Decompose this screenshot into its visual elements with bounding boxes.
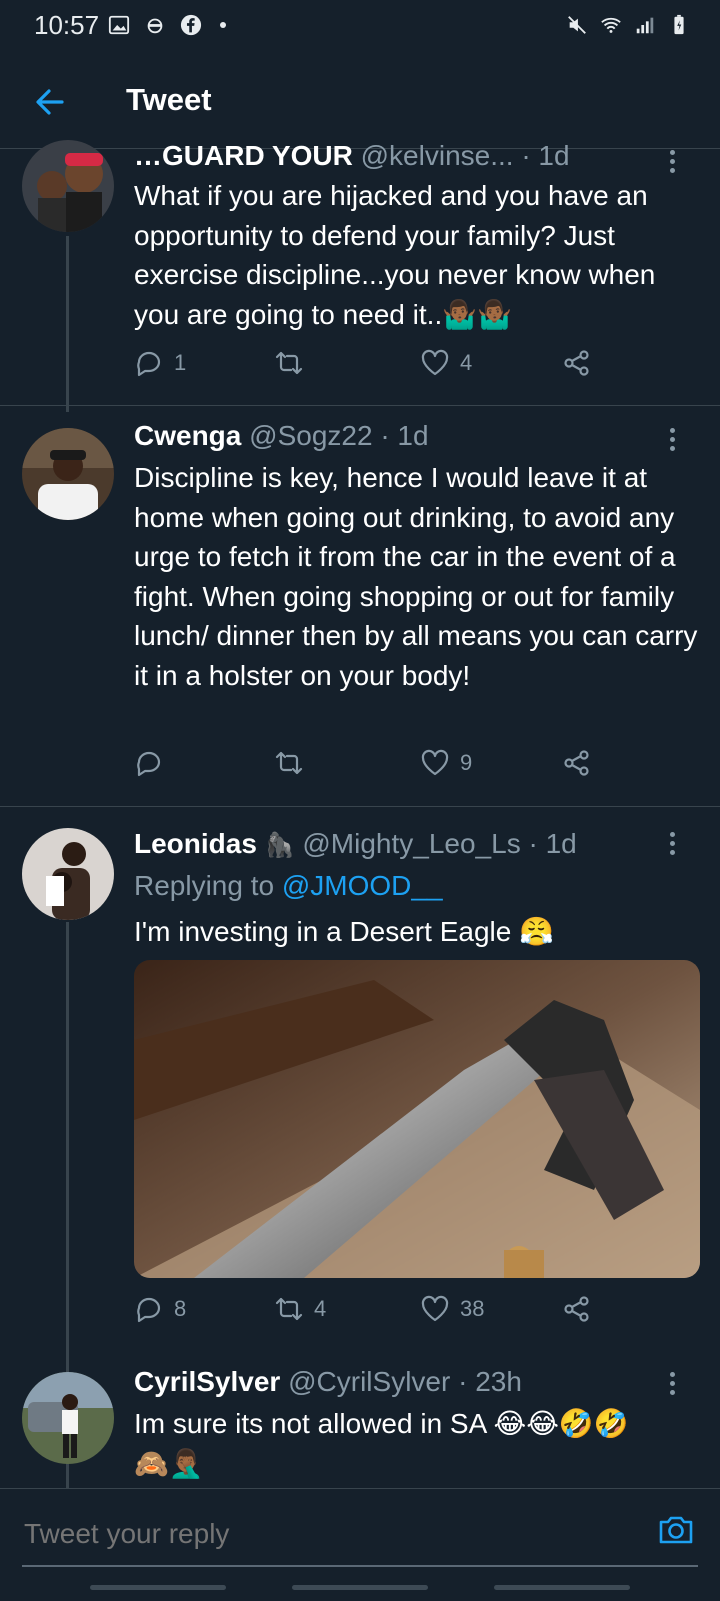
author-handle[interactable]: @Mighty_Leo_Ls bbox=[302, 828, 520, 859]
author-handle[interactable]: @Sogz22 bbox=[249, 420, 372, 451]
wifi-icon bbox=[601, 17, 621, 33]
more-options-icon[interactable] bbox=[670, 1372, 678, 1399]
reply-bar bbox=[0, 1488, 720, 1601]
author-handle[interactable]: @CyrilSylver bbox=[288, 1366, 450, 1397]
divider bbox=[0, 806, 720, 807]
retweet-button[interactable]: 4 bbox=[274, 1294, 326, 1324]
app-header: Tweet bbox=[0, 56, 720, 149]
retweet-icon bbox=[275, 351, 303, 375]
like-button[interactable]: 9 bbox=[420, 748, 472, 778]
status-right-icons bbox=[566, 14, 690, 36]
tweet-text: What if you are hijacked and you have an… bbox=[134, 180, 656, 330]
avatar[interactable] bbox=[22, 428, 114, 520]
heart-icon bbox=[421, 1295, 449, 1322]
reply-button[interactable]: 8 bbox=[134, 1294, 186, 1324]
like-count: 4 bbox=[460, 350, 473, 375]
author-name[interactable]: CyrilSylver bbox=[134, 1366, 280, 1397]
retweet-button[interactable] bbox=[274, 748, 314, 778]
retweet-icon bbox=[275, 751, 303, 775]
tweet-time: · 23h bbox=[458, 1366, 522, 1397]
heart-icon bbox=[421, 749, 449, 776]
author-name[interactable]: Leonidas bbox=[134, 828, 257, 859]
reply-input[interactable] bbox=[22, 1511, 626, 1557]
tweet-header: Leonidas 🦍 @Mighty_Leo_Ls · 1d bbox=[134, 828, 577, 860]
author-name[interactable]: …GUARD YOUR bbox=[134, 140, 353, 171]
reply-underline bbox=[22, 1565, 698, 1567]
more-options-icon[interactable] bbox=[670, 150, 678, 177]
tweet-image[interactable] bbox=[134, 960, 700, 1278]
status-left-icons bbox=[108, 14, 226, 36]
more-options-icon[interactable] bbox=[670, 428, 678, 455]
avatar[interactable] bbox=[22, 828, 114, 920]
facebook-icon bbox=[180, 14, 202, 36]
mute-icon bbox=[568, 16, 586, 34]
reply-icon bbox=[137, 351, 161, 377]
tweet-actions: 8 4 38 bbox=[134, 1294, 614, 1334]
share-icon bbox=[564, 350, 589, 376]
replying-prefix: Replying to bbox=[134, 870, 275, 901]
tweet-actions: 9 bbox=[134, 748, 614, 788]
share-button[interactable] bbox=[562, 1294, 592, 1324]
like-button[interactable]: 38 bbox=[420, 1294, 484, 1324]
tweet-time: · 1d bbox=[521, 140, 570, 171]
nav-bar-center[interactable] bbox=[292, 1585, 428, 1590]
gallery-icon bbox=[108, 15, 130, 35]
author-handle[interactable]: @kelvinse... bbox=[361, 140, 514, 171]
like-count: 9 bbox=[460, 750, 473, 775]
nav-bar-left[interactable] bbox=[90, 1585, 226, 1590]
status-bar: 10:57 bbox=[0, 0, 720, 56]
share-button[interactable] bbox=[562, 348, 592, 378]
reply-button[interactable] bbox=[134, 748, 174, 778]
retweet-count: 4 bbox=[314, 1296, 327, 1321]
retweet-icon bbox=[275, 1297, 303, 1321]
replying-to-link[interactable]: @JMOOD__ bbox=[282, 870, 443, 901]
divider bbox=[0, 405, 720, 406]
tweet-time: · 1d bbox=[528, 828, 577, 859]
reply-icon bbox=[137, 751, 161, 777]
avatar[interactable] bbox=[22, 1372, 114, 1464]
thread-line bbox=[66, 236, 69, 412]
tweet-text: I'm investing in a Desert Eagle 😤 bbox=[134, 916, 554, 947]
thread-line bbox=[66, 1466, 69, 1488]
ninja-icon bbox=[147, 18, 163, 34]
battery-icon bbox=[674, 14, 684, 35]
dot-icon bbox=[220, 22, 226, 28]
reply-count: 8 bbox=[174, 1296, 187, 1321]
camera-icon[interactable] bbox=[656, 1509, 696, 1549]
tweet-actions: 1 4 bbox=[134, 348, 614, 388]
signal-icon bbox=[636, 17, 654, 34]
status-time: 10:57 bbox=[34, 10, 100, 40]
tweet-text: Im sure its not allowed in SA 😂😂🤣🤣 🙈🤦🏾‍♂… bbox=[134, 1408, 629, 1479]
share-icon bbox=[564, 750, 589, 776]
like-button[interactable]: 4 bbox=[420, 348, 472, 378]
reply-count: 1 bbox=[174, 350, 187, 375]
tweet-header: CyrilSylver @CyrilSylver · 23h bbox=[134, 1366, 522, 1398]
tweet-time: · 1d bbox=[380, 420, 429, 451]
reply-button[interactable]: 1 bbox=[134, 348, 186, 378]
nav-bar-right[interactable] bbox=[494, 1585, 630, 1590]
gorilla-emoji: 🦍 bbox=[264, 832, 295, 859]
tweet-header: Cwenga @Sogz22 · 1d bbox=[134, 420, 429, 452]
retweet-button[interactable] bbox=[274, 348, 314, 378]
avatar[interactable] bbox=[22, 140, 114, 232]
share-icon bbox=[564, 1296, 589, 1322]
share-button[interactable] bbox=[562, 748, 592, 778]
replying-to: Replying to @JMOOD__ bbox=[134, 870, 443, 902]
page-title: Tweet bbox=[126, 82, 212, 117]
author-name[interactable]: Cwenga bbox=[134, 420, 241, 451]
heart-icon bbox=[421, 349, 449, 376]
reply-icon bbox=[137, 1297, 161, 1323]
desert-eagle-image bbox=[134, 960, 700, 1278]
tweet-header: …GUARD YOUR @kelvinse... · 1d bbox=[134, 140, 570, 172]
back-arrow-icon[interactable] bbox=[30, 82, 70, 122]
like-count: 38 bbox=[460, 1296, 485, 1321]
tweet-text: Discipline is key, hence I would leave i… bbox=[134, 462, 698, 691]
more-options-icon[interactable] bbox=[670, 832, 678, 859]
